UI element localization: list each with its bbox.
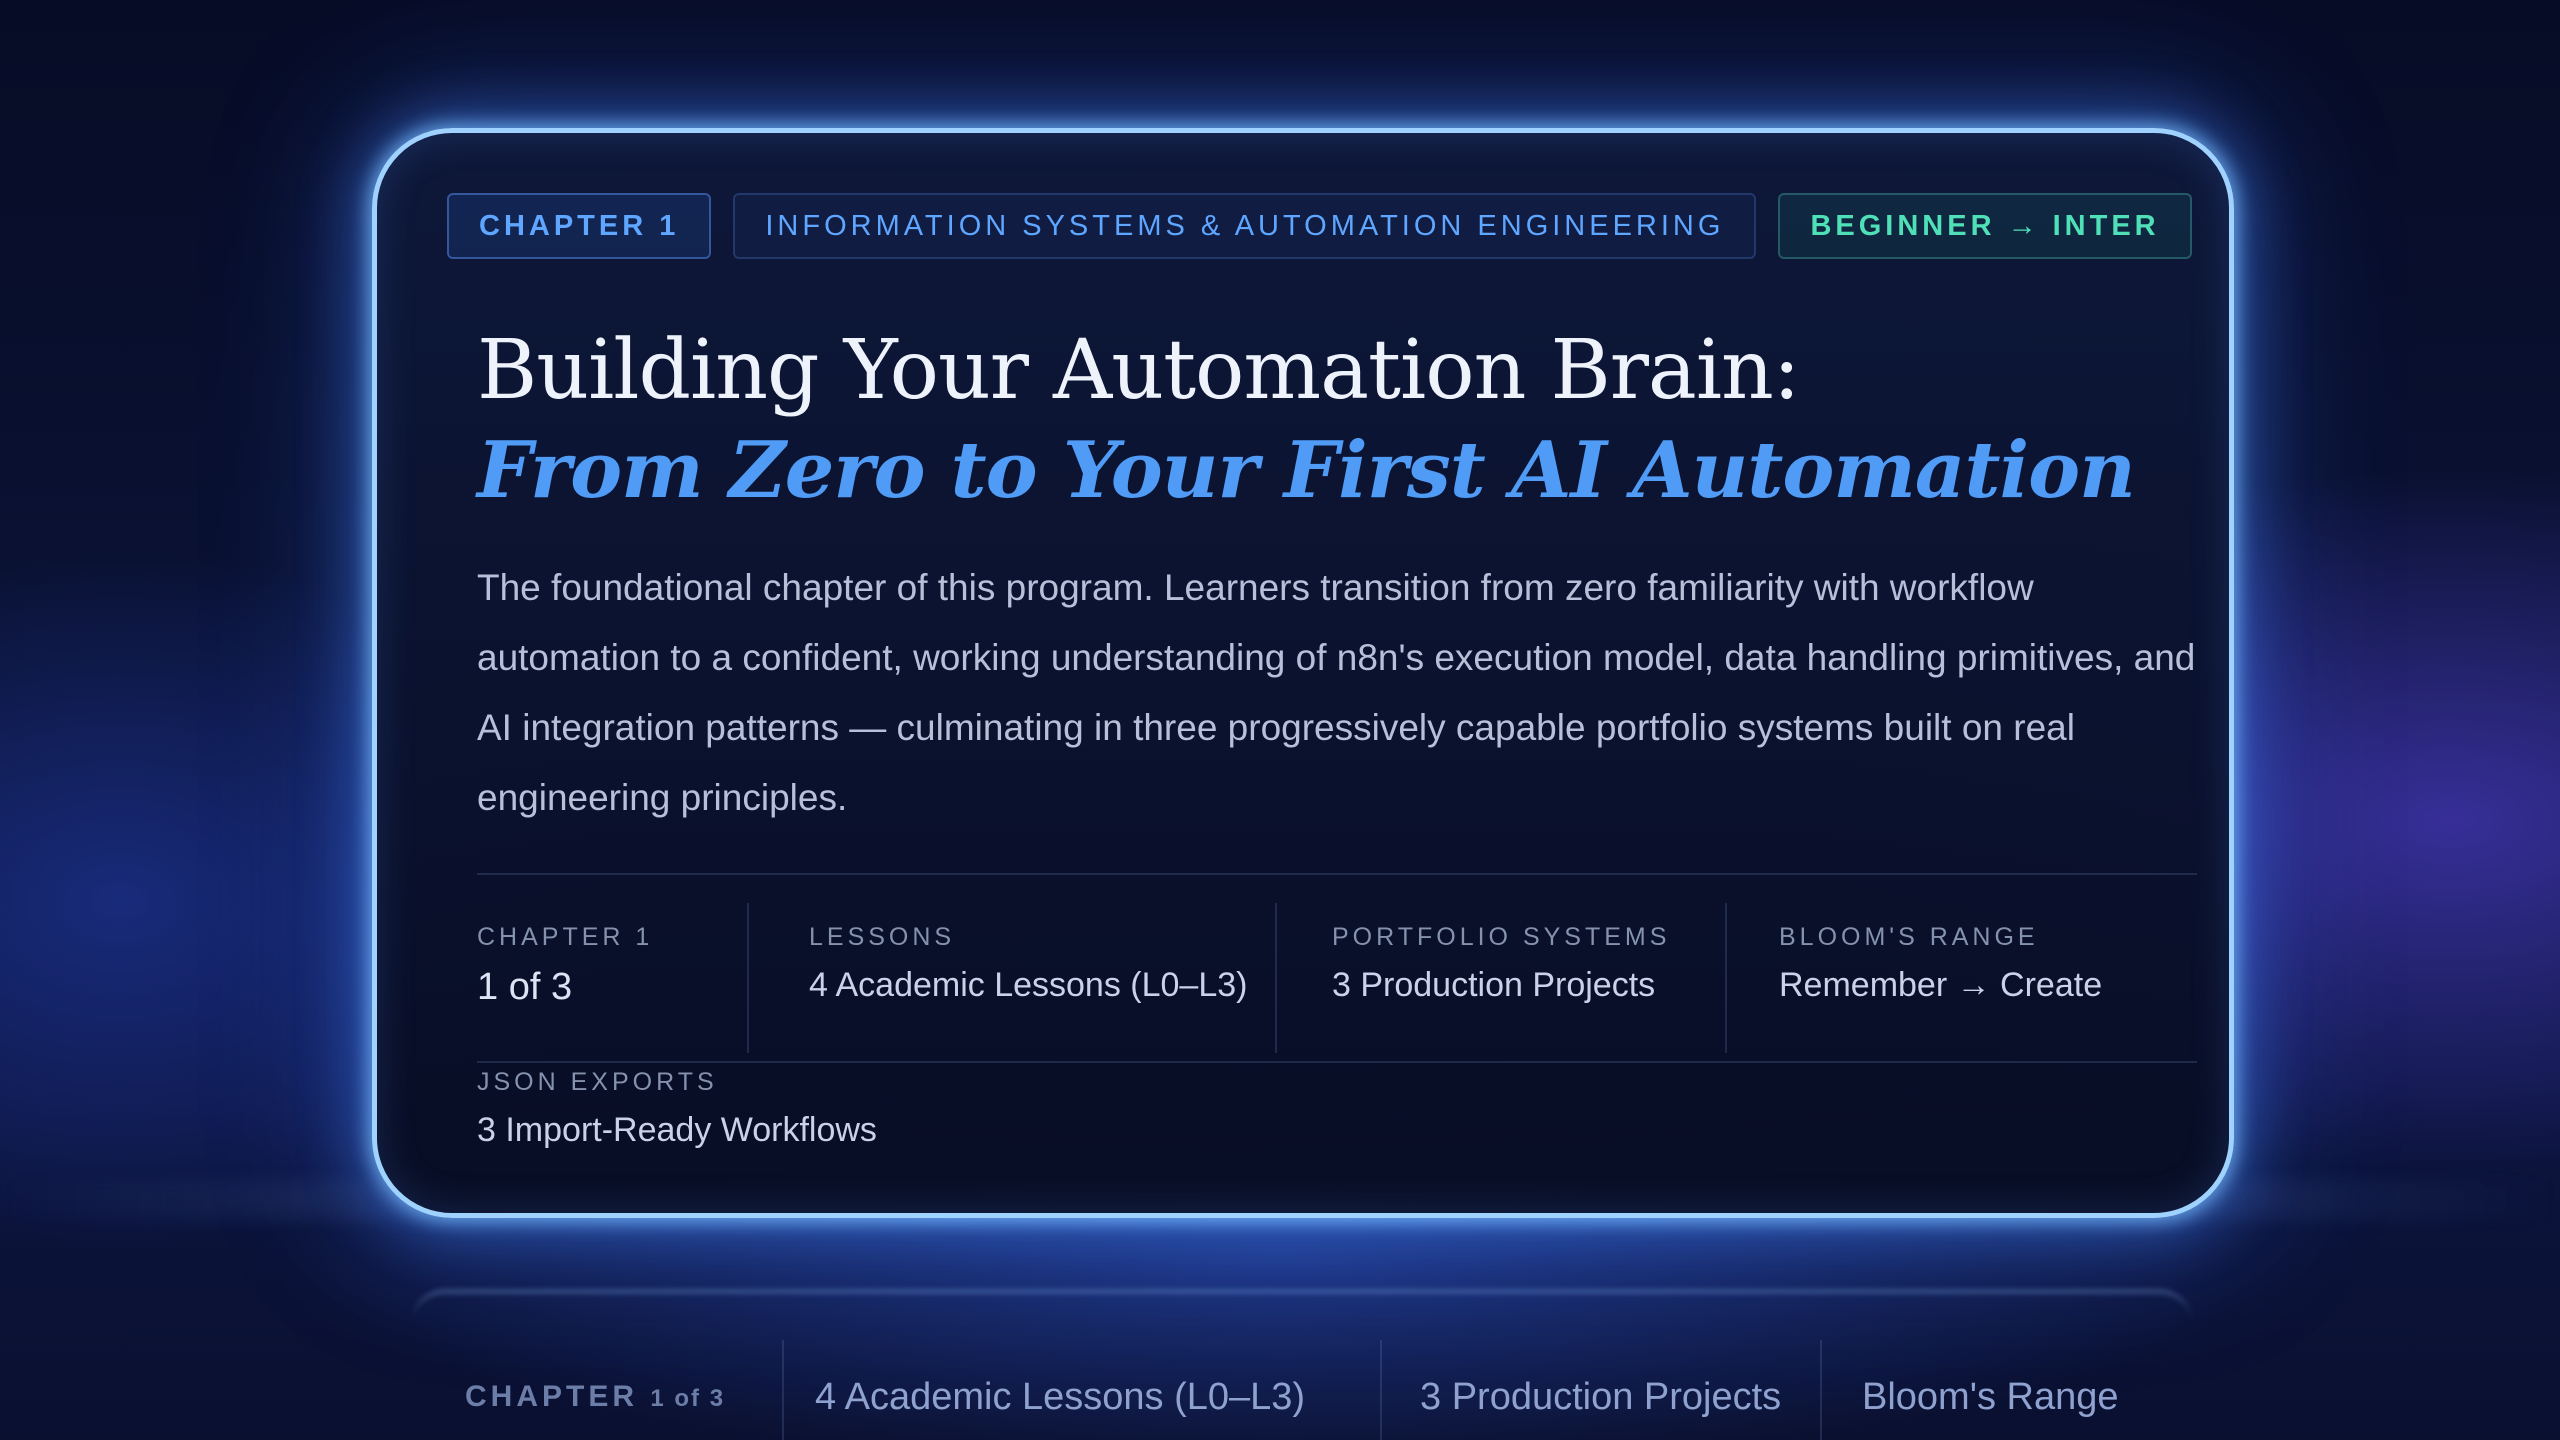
stat-label: JSON EXPORTS (477, 1068, 718, 1096)
stat-label: CHAPTER 1 (477, 923, 654, 951)
chapter-subtitle: From Zero to Your First AI Automation (477, 425, 2136, 516)
domain-tag: INFORMATION SYSTEMS & AUTOMATION ENGINEE… (733, 193, 1757, 259)
stat-chapter: CHAPTER 1 1 of 3 (477, 923, 653, 1009)
stat-value: 4 Academic Lessons (L0–L3) (809, 966, 1248, 1004)
chapter-card: CHAPTER 1 INFORMATION SYSTEMS & AUTOMATI… (372, 128, 2234, 1218)
reflection-chapter: CHAPTER 1 of 3 (465, 1380, 726, 1413)
chapter-title: Building Your Automation Brain: (477, 323, 1800, 418)
stat-value: Remember → Create (1779, 966, 2103, 1004)
reflection-separator (782, 1340, 784, 1440)
card-reflection: CHAPTER 1 of 3 4 Academic Lessons (L0–L3… (372, 1280, 2234, 1440)
stat-label: PORTFOLIO SYSTEMS (1332, 923, 1671, 951)
stat-separator (747, 903, 749, 1053)
reflection-projects: 3 Production Projects (1420, 1376, 1782, 1418)
tag-row: CHAPTER 1 INFORMATION SYSTEMS & AUTOMATI… (447, 193, 2192, 259)
stat-value: 3 Production Projects (1332, 966, 1656, 1004)
stats-divider-mid (477, 1061, 2197, 1063)
chapter-description: The foundational chapter of this program… (477, 567, 2196, 818)
stat-label: LESSONS (809, 923, 956, 951)
stat-lessons: LESSONS 4 Academic Lessons (L0–L3) (809, 923, 1247, 1005)
chapter-tag: CHAPTER 1 (447, 193, 712, 259)
stat-blooms: BLOOM'S RANGE Remember → Create (1779, 923, 2102, 1005)
stat-separator (1275, 903, 1277, 1053)
stat-value: 3 Import-Ready Workflows (477, 1111, 877, 1149)
reflection-lessons: 4 Academic Lessons (L0–L3) (815, 1376, 1306, 1418)
stat-json-exports: JSON EXPORTS 3 Import-Ready Workflows (477, 1068, 877, 1150)
reflection-glow (412, 1290, 2192, 1323)
reflection-separator (1820, 1340, 1822, 1440)
stat-portfolio: PORTFOLIO SYSTEMS 3 Production Projects (1332, 923, 1670, 1005)
stat-label: BLOOM'S RANGE (1779, 923, 2039, 951)
reflection-separator (1380, 1340, 1382, 1440)
stats-divider-top (477, 873, 2197, 875)
stat-separator (1725, 903, 1727, 1053)
stat-value: 1 of 3 (477, 966, 573, 1008)
reflection-blooms: Bloom's Range (1862, 1376, 2119, 1418)
level-tag: BEGINNER → INTER (1778, 193, 2192, 259)
